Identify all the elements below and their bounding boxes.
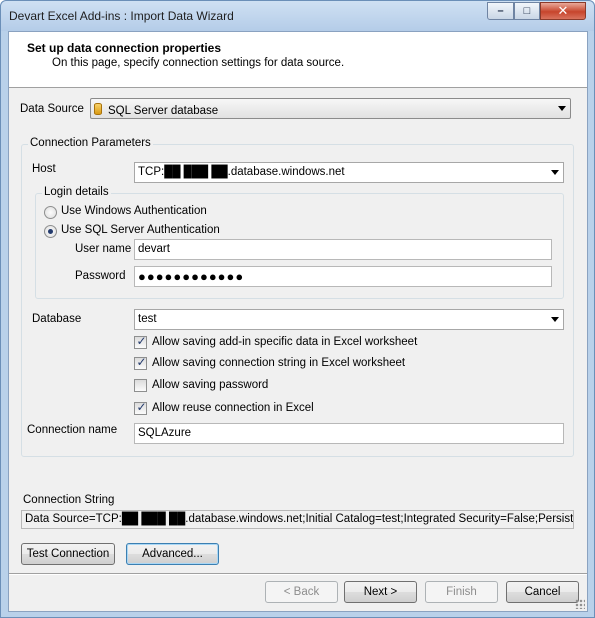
data-source-label: Data Source	[20, 103, 84, 115]
page-subtitle: On this page, specify connection setting…	[52, 57, 345, 69]
sql-auth-radio[interactable]	[44, 225, 57, 238]
option-label[interactable]: Allow reuse connection in Excel	[152, 402, 314, 414]
checkmark-icon: ✓	[136, 400, 147, 414]
data-source-value: SQL Server database	[108, 105, 219, 117]
checkmark-icon: ✓	[136, 355, 147, 369]
data-source-value-wrap: SQL Server database	[94, 102, 218, 117]
page-title: Set up data connection properties	[27, 41, 222, 55]
connection-string-value: Data Source=TCP:██ ███ ██.database.windo…	[25, 513, 574, 525]
windows-auth-radio[interactable]	[44, 206, 57, 219]
minimize-icon: –	[497, 5, 504, 17]
connection-name-value: SQLAzure	[138, 427, 192, 439]
test-connection-button[interactable]: Test Connection	[21, 543, 115, 565]
username-field[interactable]: devart	[134, 239, 552, 260]
database-label: Database	[32, 313, 82, 325]
option-label[interactable]: Allow saving password	[152, 379, 268, 391]
password-label: Password	[75, 270, 126, 282]
close-button[interactable]: ✕	[540, 2, 586, 20]
host-select[interactable]: TCP:██ ███ ██.database.windows.net	[134, 162, 564, 183]
cancel-button[interactable]: Cancel	[506, 581, 579, 603]
maximize-button[interactable]: □	[514, 2, 540, 20]
chevron-down-icon	[551, 170, 559, 175]
advanced-button[interactable]: Advanced...	[126, 543, 219, 565]
option-label[interactable]: Allow saving connection string in Excel …	[152, 357, 405, 369]
connection-string-label: Connection String	[23, 494, 115, 506]
option-label[interactable]: Allow saving add-in specific data in Exc…	[152, 336, 417, 348]
connection-name-field[interactable]: SQLAzure	[134, 423, 564, 444]
windows-auth-label[interactable]: Use Windows Authentication	[61, 205, 207, 217]
option-checkbox[interactable]	[134, 379, 147, 392]
wizard-header: Set up data connection properties On thi…	[9, 32, 587, 88]
finish-button[interactable]: Finish	[425, 581, 498, 603]
resize-grip-icon[interactable]	[575, 599, 585, 609]
wizard-client-area: Set up data connection properties On thi…	[8, 31, 588, 612]
username-value: devart	[138, 243, 170, 255]
title-bar[interactable]: Devart Excel Add-ins : Import Data Wizar…	[1, 1, 594, 31]
window-title: Devart Excel Add-ins : Import Data Wizar…	[9, 9, 234, 23]
connection-parameters-legend: Connection Parameters	[28, 137, 153, 149]
host-label: Host	[32, 163, 56, 175]
database-value: test	[138, 313, 157, 325]
data-source-select[interactable]: SQL Server database	[90, 98, 571, 119]
connection-string-field[interactable]: Data Source=TCP:██ ███ ██.database.windo…	[21, 510, 574, 529]
chevron-down-icon	[551, 317, 559, 322]
checkmark-icon: ✓	[136, 334, 147, 348]
connection-name-label: Connection name	[27, 424, 118, 436]
sql-auth-label[interactable]: Use SQL Server Authentication	[61, 224, 220, 236]
option-checkbox[interactable]: ✓	[134, 355, 147, 370]
next-button[interactable]: Next >	[344, 581, 417, 603]
password-field[interactable]: ●●●●●●●●●●●●	[134, 266, 552, 287]
footer-separator-highlight	[9, 574, 587, 575]
back-button[interactable]: < Back	[265, 581, 338, 603]
login-details-legend: Login details	[42, 186, 111, 198]
chevron-down-icon	[558, 106, 566, 111]
option-checkbox[interactable]: ✓	[134, 400, 147, 415]
maximize-icon: □	[523, 5, 531, 17]
password-value: ●●●●●●●●●●●●	[138, 269, 245, 284]
host-value: TCP:██ ███ ██.database.windows.net	[138, 166, 345, 178]
import-data-wizard-window: Devart Excel Add-ins : Import Data Wizar…	[0, 0, 595, 618]
option-checkbox[interactable]: ✓	[134, 334, 147, 349]
close-icon: ✕	[557, 3, 569, 18]
username-label: User name	[75, 243, 132, 255]
minimize-button[interactable]: –	[487, 2, 514, 20]
database-select[interactable]: test	[134, 309, 564, 330]
database-icon	[94, 103, 102, 115]
